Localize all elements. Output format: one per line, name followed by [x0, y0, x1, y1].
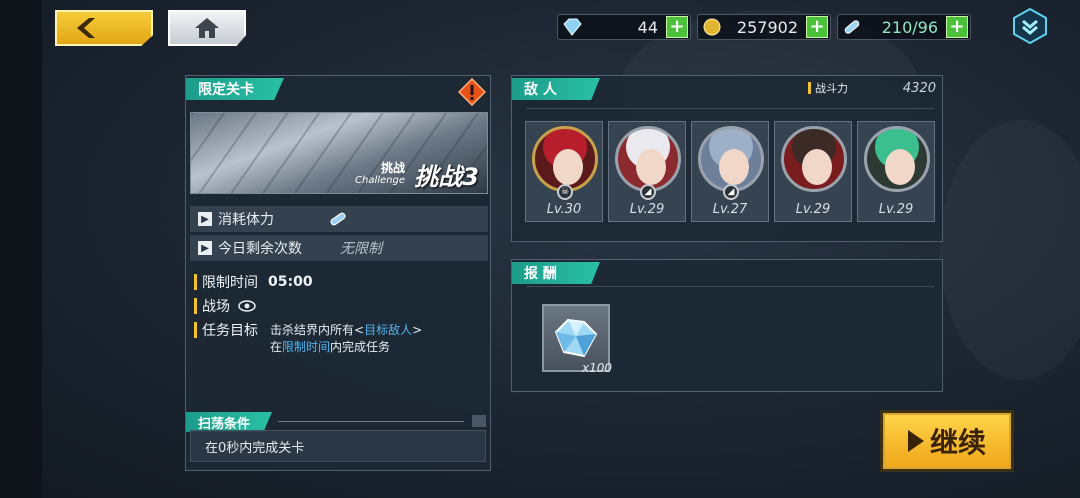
play-icon — [907, 430, 924, 452]
time-limit-link: 限制时间 — [282, 340, 331, 354]
back-button[interactable] — [55, 10, 153, 46]
combat-power-label: 战斗力 — [815, 82, 848, 95]
stamina-counter: 210/96 + — [837, 14, 971, 40]
remaining-attempts-value: 无限制 — [340, 241, 382, 257]
combat-power-value: 4320 — [902, 80, 936, 96]
enemy-portrait — [864, 126, 930, 192]
enemy-card[interactable]: ☠ Lv.30 — [525, 121, 603, 222]
enemy-portrait — [615, 126, 681, 192]
objective-text-2: 在限制时间内完成任务 — [270, 338, 390, 355]
enemy-portrait — [532, 126, 598, 192]
reward-tag: 报 酬 — [512, 262, 600, 284]
sweep-tag: 扫荡条件 — [186, 412, 272, 432]
stage-banner-title: 挑战3 — [414, 163, 479, 191]
enemy-card[interactable]: Lv.29 — [857, 121, 935, 222]
enemy-card[interactable]: ◢ Lv.29 — [608, 121, 686, 222]
gem-value: 44 — [637, 17, 658, 37]
yellow-marker — [808, 82, 811, 94]
scroll-marker — [472, 415, 486, 427]
stamina-vial-icon — [330, 212, 346, 226]
enemy-face — [636, 149, 666, 185]
eye-icon[interactable] — [238, 299, 256, 313]
remaining-attempts-label: 今日剩余次数 — [218, 241, 302, 257]
enemy-face — [802, 149, 832, 185]
stage-banner-english: Challenge — [355, 175, 405, 186]
dropdown-menu-icon — [1013, 7, 1047, 45]
objective-text: > — [412, 323, 423, 337]
dropdown-menu-button[interactable] — [1012, 7, 1048, 45]
objective-label: 任务目标 — [202, 323, 258, 339]
objective-text: 在 — [270, 340, 283, 354]
sweep-condition-text: 在0秒内完成关卡 — [205, 440, 305, 456]
stamina-value: 210/96 — [881, 17, 938, 37]
left-edge-strip — [0, 0, 42, 498]
stamina-cost-label: 消耗体力 — [218, 212, 274, 228]
background-shape — [940, 120, 1080, 380]
reward-count: x100 — [582, 361, 613, 375]
stage-banner[interactable]: 挑战 Challenge 挑战3 — [190, 112, 488, 194]
home-button[interactable] — [168, 10, 246, 46]
enemy-level: Lv.29 — [629, 202, 665, 217]
enemy-card[interactable]: Lv.29 — [774, 121, 852, 222]
enemy-level: Lv.29 — [878, 202, 914, 217]
divider — [278, 421, 464, 422]
enemy-level: Lv.29 — [795, 202, 831, 217]
divider — [526, 108, 934, 109]
enemy-face — [553, 149, 583, 185]
objective-line: 任务目标 — [194, 320, 258, 340]
divider — [526, 286, 934, 287]
gem-counter: 44 + — [557, 14, 691, 40]
yellow-marker — [194, 298, 197, 314]
stage-info-panel: 限定关卡 挑战 Challenge 挑战3 ▶ 消耗体力 ▶ 今日剩余次数 无限… — [185, 75, 491, 471]
coin-value: 257902 — [736, 17, 798, 37]
stamina-cost-row: ▶ 消耗体力 — [190, 206, 488, 232]
enemy-face — [885, 149, 915, 185]
reward-panel: 报 酬 x100 — [511, 259, 943, 392]
add-stamina-button[interactable]: + — [946, 16, 968, 38]
triangle-right-icon: ▶ — [198, 212, 212, 226]
skull-icon: ☠ — [557, 184, 573, 200]
enemy-panel: 敌 人 战斗力 4320 ☠ Lv.30 ◢ Lv.29 ◢ Lv.27 Lv.… — [511, 75, 943, 242]
yellow-marker — [194, 274, 197, 290]
enemy-level: Lv.27 — [712, 202, 748, 217]
objective-text: 内完成任务 — [330, 340, 391, 354]
stage-tag: 限定关卡 — [186, 78, 284, 100]
enemy-portrait — [698, 126, 764, 192]
add-gems-button[interactable]: + — [666, 16, 688, 38]
enemy-level: Lv.30 — [546, 202, 582, 217]
chevron-left-icon — [77, 18, 95, 38]
rank-icon: ◢ — [640, 184, 656, 200]
enemy-face — [719, 149, 749, 185]
battlefield-label: 战场 — [202, 299, 230, 315]
continue-label: 继续 — [929, 426, 986, 459]
coin-icon — [703, 18, 721, 36]
time-limit-value: 05:00 — [268, 274, 313, 290]
warning-icon — [458, 78, 486, 106]
stage-banner-subtitle: 挑战 — [380, 161, 405, 175]
stamina-vial-icon — [844, 20, 860, 34]
coin-counter: 257902 + — [697, 14, 831, 40]
sweep-condition-box: 在0秒内完成关卡 — [190, 430, 486, 462]
triangle-right-icon: ▶ — [198, 241, 212, 255]
objective-text-1: 击杀结界内所有<目标敌人> — [270, 321, 422, 338]
home-icon — [195, 18, 219, 38]
battlefield-line: 战场 — [194, 296, 256, 316]
combat-power: 战斗力 4320 — [808, 79, 940, 97]
time-limit-line: 限制时间 05:00 — [194, 272, 313, 292]
target-enemy-link: 目标敌人 — [364, 323, 413, 337]
yellow-marker — [194, 322, 197, 338]
enemy-portrait — [781, 126, 847, 192]
time-limit-label: 限制时间 — [202, 275, 258, 291]
add-coins-button[interactable]: + — [806, 16, 828, 38]
rank-icon: ◢ — [723, 184, 739, 200]
enemy-card[interactable]: ◢ Lv.27 — [691, 121, 769, 222]
objective-text: 击杀结界内所有< — [270, 323, 365, 337]
remaining-attempts-row: ▶ 今日剩余次数 无限制 — [190, 235, 488, 261]
enemy-tag: 敌 人 — [512, 78, 600, 100]
continue-button[interactable]: 继续 — [880, 410, 1014, 472]
gem-icon — [563, 18, 582, 36]
